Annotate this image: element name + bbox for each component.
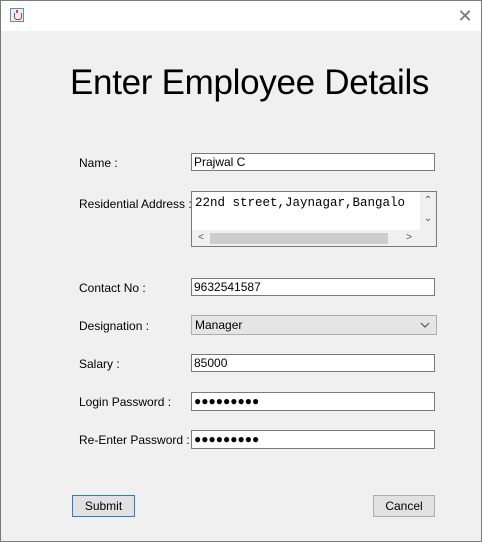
login-password-label: Login Password : bbox=[79, 395, 172, 409]
cup-shape bbox=[14, 13, 22, 20]
scroll-up-icon[interactable]: ⌃ bbox=[421, 194, 435, 208]
employee-details-window: ✕ Enter Employee Details Name : Prajwal … bbox=[0, 0, 482, 542]
designation-label: Designation : bbox=[79, 319, 150, 333]
designation-dropdown[interactable]: Manager bbox=[191, 315, 437, 335]
close-icon[interactable]: ✕ bbox=[453, 5, 477, 27]
designation-selected-value: Manager bbox=[195, 318, 243, 332]
submit-button[interactable]: Submit bbox=[72, 495, 135, 517]
scroll-corner bbox=[420, 230, 436, 246]
page-title: Enter Employee Details bbox=[70, 63, 430, 102]
scroll-right-icon[interactable]: > bbox=[402, 231, 416, 245]
horizontal-scroll-thumb[interactable] bbox=[210, 233, 388, 244]
salary-field[interactable]: 85000 bbox=[191, 354, 435, 372]
name-label: Name : bbox=[79, 156, 118, 170]
contact-label: Contact No : bbox=[79, 281, 146, 295]
login-password-field[interactable]: ●●●●●●●●● bbox=[191, 392, 435, 411]
address-textarea[interactable]: 22nd street,Jaynagar,Bangalo ⌃ ⌄ < > bbox=[191, 191, 437, 247]
address-text: 22nd street,Jaynagar,Bangalo bbox=[195, 196, 406, 210]
address-label: Residential Address : bbox=[79, 197, 192, 211]
salary-label: Salary : bbox=[79, 357, 120, 371]
horizontal-scrollbar[interactable]: < > bbox=[192, 230, 420, 246]
reenter-password-label: Re-Enter Password : bbox=[79, 433, 190, 447]
scroll-down-icon[interactable]: ⌄ bbox=[421, 212, 435, 226]
scroll-left-icon[interactable]: < bbox=[194, 231, 208, 245]
reenter-password-field[interactable]: ●●●●●●●●● bbox=[191, 430, 435, 449]
cancel-button[interactable]: Cancel bbox=[373, 495, 435, 517]
vertical-scrollbar[interactable]: ⌃ ⌄ bbox=[420, 192, 436, 230]
title-bar: ✕ bbox=[1, 1, 481, 31]
contact-field[interactable]: 9632541587 bbox=[191, 278, 435, 296]
name-field[interactable]: Prajwal C bbox=[191, 153, 435, 171]
chevron-down-icon[interactable] bbox=[417, 317, 433, 333]
java-cup-icon bbox=[10, 8, 24, 22]
